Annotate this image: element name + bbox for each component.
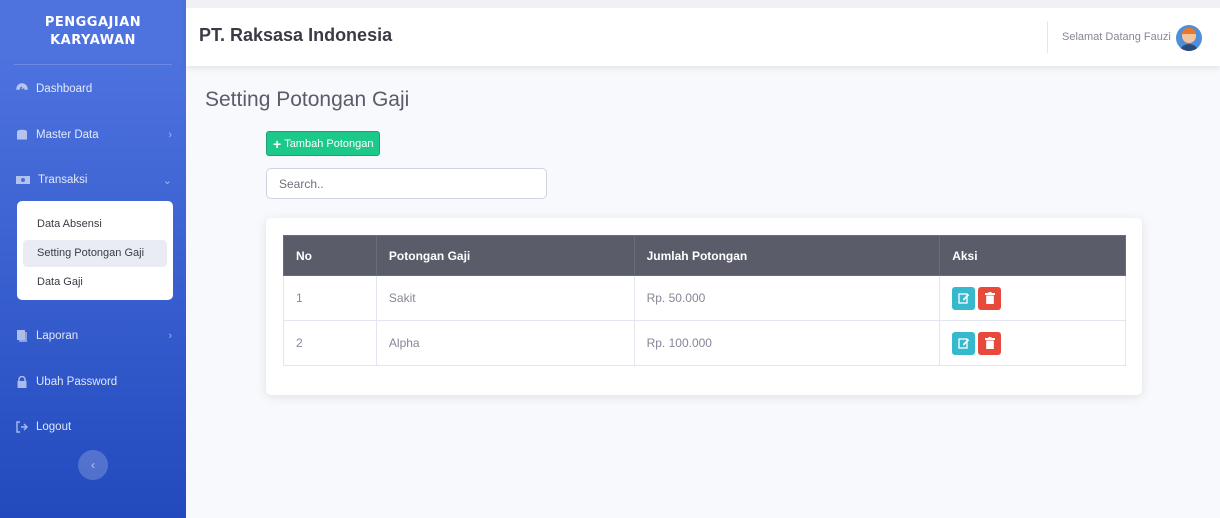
potongan-table: No Potongan Gaji Jumlah Potongan Aksi 1 … [283, 235, 1126, 366]
table-row: 1 Sakit Rp. 50.000 [283, 275, 1126, 321]
cell-no: 1 [283, 275, 377, 321]
table-header-row: No Potongan Gaji Jumlah Potongan Aksi [283, 235, 1126, 276]
sidebar-item-dashboard[interactable]: Dashboard [0, 67, 186, 111]
cell-no: 2 [283, 320, 377, 366]
header-jumlah-potongan: Jumlah Potongan [633, 235, 941, 276]
cell-potongan: Sakit [375, 275, 635, 321]
dashboard-icon [16, 83, 28, 90]
avatar-body [1179, 44, 1199, 51]
money-icon [16, 176, 30, 184]
delete-button[interactable] [978, 331, 1002, 355]
sidebar-brand[interactable]: PENGGAJIAN KARYAWAN [0, 0, 186, 64]
transaksi-submenu: Data Absensi Setting Potongan Gaji Data … [17, 201, 173, 300]
add-potongan-button[interactable]: + Tambah Potongan [266, 131, 381, 156]
sidebar-label-laporan: Laporan [36, 330, 79, 342]
topbar: PT. Raksasa Indonesia Selamat Datang Fau… [186, 0, 1220, 66]
page-title: Setting Potongan Gaji [205, 88, 410, 111]
edit-button[interactable] [952, 331, 976, 355]
table-row: 2 Alpha Rp. 100.000 [283, 320, 1126, 366]
plus-icon: + [273, 135, 282, 152]
chevron-right-icon: › [168, 129, 172, 141]
chevron-right-icon: › [168, 330, 172, 342]
submenu-data-absensi[interactable]: Data Absensi [23, 211, 167, 238]
sidebar-item-transaksi[interactable]: Transaksi ⌄ [0, 158, 186, 202]
database-icon [17, 129, 27, 140]
avatar-hair [1182, 28, 1196, 34]
submenu-data-gaji[interactable]: Data Gaji [23, 269, 167, 296]
cell-jumlah: Rp. 100.000 [633, 320, 941, 366]
sidebar-item-master-data[interactable]: Master Data › [0, 113, 186, 157]
search-placeholder: Search.. [279, 176, 324, 191]
edit-button[interactable] [952, 286, 976, 310]
cell-aksi [939, 320, 1126, 366]
copy-icon [17, 330, 27, 342]
lock-icon [17, 376, 27, 388]
brand-title: PENGGAJIAN KARYAWAN [44, 15, 142, 48]
search-input[interactable]: Search.. [266, 168, 547, 199]
cell-potongan: Alpha [375, 320, 635, 366]
delete-button[interactable] [978, 286, 1002, 310]
sidebar-label-logout: Logout [36, 421, 72, 433]
cell-jumlah: Rp. 50.000 [633, 275, 941, 321]
chevron-down-icon: ⌄ [162, 174, 172, 187]
chevron-left-icon: ‹ [91, 458, 95, 472]
potongan-card: No Potongan Gaji Jumlah Potongan Aksi 1 … [266, 218, 1142, 395]
edit-icon [958, 293, 969, 304]
sidebar: PENGGAJIAN KARYAWAN Dashboard Master Dat… [0, 0, 186, 518]
avatar[interactable] [1176, 25, 1202, 51]
sidebar-label-transaksi: Transaksi [38, 174, 88, 186]
trash-icon [984, 337, 995, 349]
topbar-divider [1047, 21, 1048, 53]
header-no: No [283, 235, 377, 276]
edit-icon [958, 338, 969, 349]
sign-out-icon [16, 421, 28, 433]
sidebar-toggle-button[interactable]: ‹ [78, 450, 108, 480]
header-potongan-gaji: Potongan Gaji [375, 235, 635, 276]
submenu-setting-potongan-gaji[interactable]: Setting Potongan Gaji [23, 240, 167, 267]
sidebar-item-logout[interactable]: Logout [0, 405, 186, 449]
welcome-text[interactable]: Selamat Datang Fauzi [1062, 31, 1171, 43]
sidebar-label-master-data: Master Data [36, 129, 99, 141]
sidebar-label-ubah-password: Ubah Password [36, 376, 118, 388]
sidebar-item-laporan[interactable]: Laporan › [0, 314, 186, 358]
trash-icon [984, 292, 995, 304]
sidebar-label-dashboard: Dashboard [36, 83, 93, 95]
company-name: PT. Raksasa Indonesia [199, 25, 393, 45]
cell-aksi [939, 275, 1126, 321]
sidebar-divider [14, 64, 172, 65]
header-aksi: Aksi [939, 235, 1126, 276]
sidebar-item-ubah-password[interactable]: Ubah Password [0, 360, 186, 404]
add-potongan-label: Tambah Potongan [284, 137, 374, 150]
